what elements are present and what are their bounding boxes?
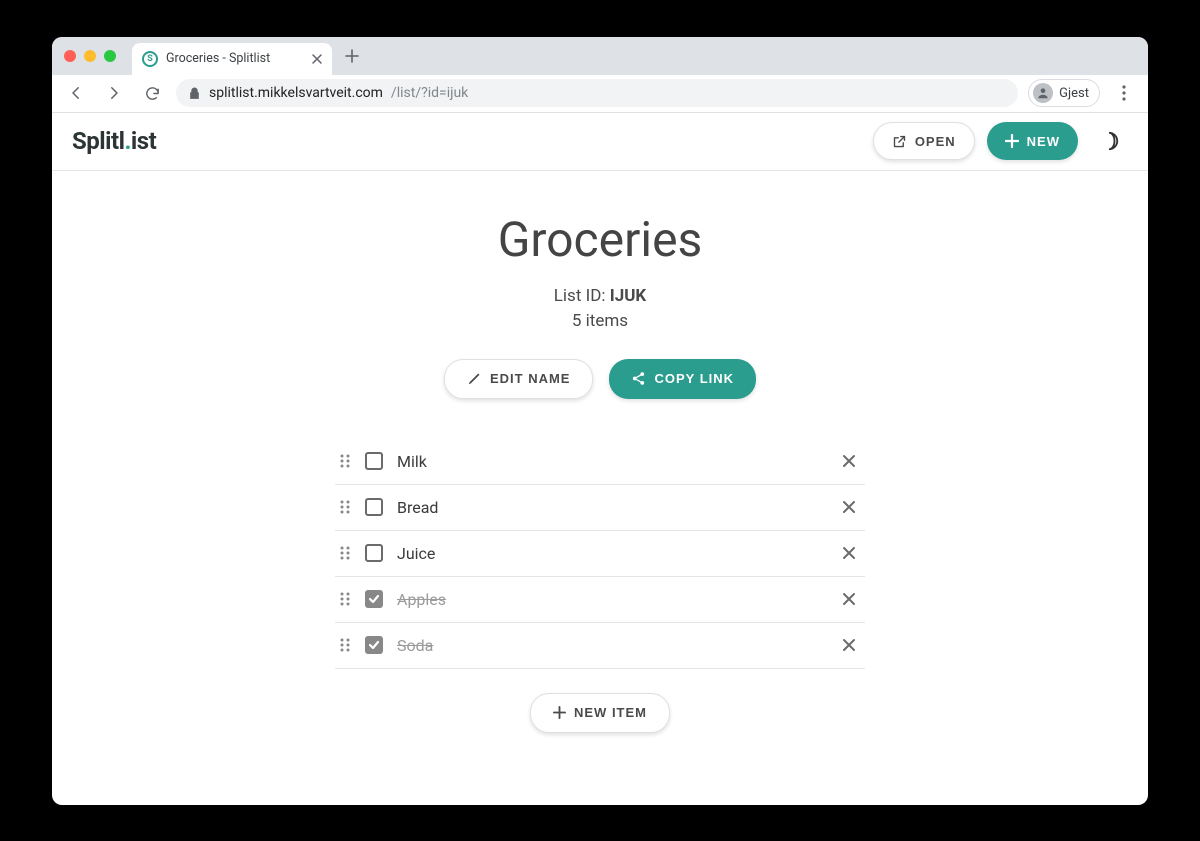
avatar-icon: [1033, 83, 1053, 103]
browser-tab[interactable]: S Groceries - Splitlist: [132, 43, 332, 75]
profile-button[interactable]: Gjest: [1028, 79, 1100, 107]
new-button-label: NEW: [1027, 134, 1060, 149]
url-path: /list/?id=ijuk: [391, 85, 468, 101]
new-item-button[interactable]: NEW ITEM: [530, 693, 670, 733]
item-checkbox[interactable]: [365, 498, 383, 516]
item-checkbox[interactable]: [365, 636, 383, 654]
item-label[interactable]: Soda: [397, 636, 823, 655]
item-label[interactable]: Milk: [397, 452, 823, 471]
list-id-label: List ID:: [554, 286, 610, 306]
item-label[interactable]: Bread: [397, 498, 823, 517]
open-button-label: OPEN: [915, 134, 956, 149]
copy-link-label: COPY LINK: [654, 371, 734, 386]
delete-item-button[interactable]: [837, 633, 861, 657]
delete-item-button[interactable]: [837, 587, 861, 611]
window-zoom-button[interactable]: [104, 50, 116, 62]
moon-icon: [1098, 130, 1120, 152]
edit-name-button[interactable]: EDIT NAME: [444, 359, 594, 399]
lock-icon: [188, 87, 201, 100]
page-title: Groceries: [498, 211, 703, 268]
list-item: Apples: [335, 577, 865, 623]
new-item-label: NEW ITEM: [574, 705, 647, 720]
page-content: Groceries List ID: IJUK 5 items EDIT NAM…: [52, 171, 1148, 805]
open-button[interactable]: OPEN: [873, 122, 975, 160]
list-item: Milk: [335, 439, 865, 485]
list-item: Soda: [335, 623, 865, 669]
item-list: Milk Bread Juice Apples Soda: [335, 439, 865, 669]
browser-tab-strip: S Groceries - Splitlist: [52, 37, 1148, 75]
pencil-icon: [467, 371, 482, 386]
list-item: Juice: [335, 531, 865, 577]
back-button[interactable]: [62, 79, 90, 107]
item-checkbox[interactable]: [365, 590, 383, 608]
drag-handle-icon[interactable]: [339, 499, 351, 515]
tab-title: Groceries - Splitlist: [166, 51, 304, 66]
profile-label: Gjest: [1059, 86, 1089, 101]
delete-item-button[interactable]: [837, 449, 861, 473]
new-button[interactable]: NEW: [987, 122, 1078, 160]
window-controls: [64, 50, 116, 62]
share-icon: [631, 371, 646, 386]
forward-button[interactable]: [100, 79, 128, 107]
drag-handle-icon[interactable]: [339, 591, 351, 607]
drag-handle-icon[interactable]: [339, 545, 351, 561]
browser-toolbar: splitlist.mikkelsvartveit.com/list/?id=i…: [52, 75, 1148, 113]
url-host: splitlist.mikkelsvartveit.com: [209, 85, 383, 101]
theme-toggle-button[interactable]: [1090, 122, 1128, 160]
item-checkbox[interactable]: [365, 452, 383, 470]
browser-menu-button[interactable]: [1110, 85, 1138, 101]
open-external-icon: [892, 134, 907, 149]
delete-item-button[interactable]: [837, 541, 861, 565]
window-minimize-button[interactable]: [84, 50, 96, 62]
new-tab-button[interactable]: [338, 42, 366, 70]
delete-item-button[interactable]: [837, 495, 861, 519]
window-close-button[interactable]: [64, 50, 76, 62]
drag-handle-icon[interactable]: [339, 453, 351, 469]
reload-button[interactable]: [138, 79, 166, 107]
favicon-icon: S: [142, 51, 158, 67]
item-checkbox[interactable]: [365, 544, 383, 562]
item-label[interactable]: Apples: [397, 590, 823, 609]
app-header: Splitl.ist OPEN NEW: [52, 113, 1148, 171]
address-bar[interactable]: splitlist.mikkelsvartveit.com/list/?id=i…: [176, 79, 1018, 107]
list-meta: List ID: IJUK 5 items: [554, 284, 646, 335]
logo[interactable]: Splitl.ist: [72, 127, 156, 155]
copy-link-button[interactable]: COPY LINK: [609, 359, 756, 399]
drag-handle-icon[interactable]: [339, 637, 351, 653]
plus-icon: [1005, 134, 1019, 148]
action-row: EDIT NAME COPY LINK: [444, 359, 756, 399]
browser-window: S Groceries - Splitlist splitlist.mikkel…: [52, 37, 1148, 805]
list-item: Bread: [335, 485, 865, 531]
item-count: 5 items: [554, 309, 646, 335]
edit-name-label: EDIT NAME: [490, 371, 571, 386]
plus-icon: [553, 706, 566, 719]
item-label[interactable]: Juice: [397, 544, 823, 563]
list-id-value: IJUK: [610, 286, 646, 306]
tab-close-icon[interactable]: [312, 54, 322, 64]
